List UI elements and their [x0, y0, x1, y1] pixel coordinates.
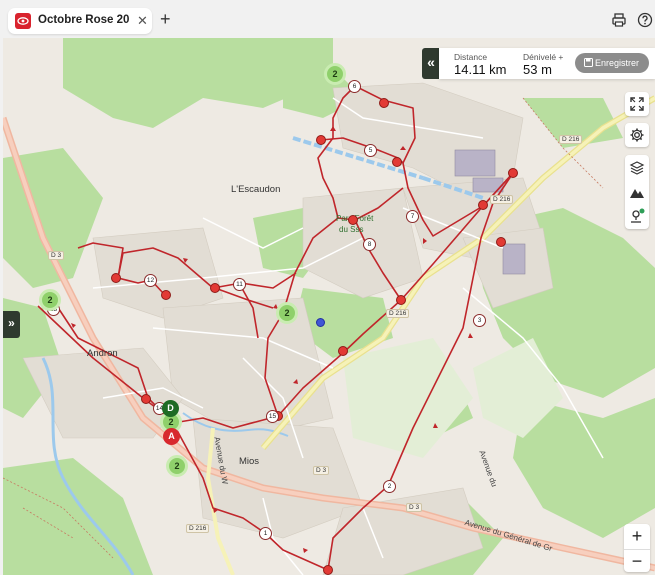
elevation-label: Dénivelé +: [523, 52, 564, 62]
zoom-in-button[interactable]: +: [624, 525, 650, 549]
poi-cluster[interactable]: 2: [39, 289, 61, 311]
map-base-layer: [3, 38, 655, 575]
zoom-control: + −: [624, 524, 650, 572]
printer-icon[interactable]: [611, 12, 627, 28]
layer-tools-group: [625, 155, 649, 229]
new-tab-button[interactable]: +: [160, 9, 171, 29]
elevation-value: 53 m: [523, 62, 552, 77]
label-andron: Andron: [87, 348, 118, 359]
waypoint-8[interactable]: 8: [363, 238, 376, 251]
collapse-panel-button[interactable]: «: [422, 48, 440, 79]
poi-cluster[interactable]: 2: [324, 63, 346, 85]
route-stop[interactable]: [478, 200, 488, 210]
label-parc-foret-2: du Sss: [339, 225, 364, 234]
route-stop[interactable]: [396, 295, 406, 305]
app-root: Octobre Rose 20… ✕ +: [0, 0, 655, 575]
route-stop[interactable]: [161, 290, 171, 300]
road-tag-d3: D 3: [406, 503, 423, 512]
route-stop[interactable]: [338, 346, 348, 356]
poi-cluster[interactable]: 2: [276, 302, 298, 324]
save-button-label: Enregistrer: [595, 58, 640, 68]
distance-label: Distance: [454, 52, 488, 62]
label-escaudon: L'Escaudon: [231, 184, 281, 195]
close-icon[interactable]: ✕: [137, 13, 148, 29]
fullscreen-button[interactable]: [625, 92, 649, 116]
map-canvas[interactable]: L'Escaudon Andron Mios Parc Forêt du Sss…: [3, 38, 655, 575]
route-stop[interactable]: [392, 157, 402, 167]
route-stop[interactable]: [496, 237, 506, 247]
route-stop[interactable]: [210, 283, 220, 293]
layers-button[interactable]: [625, 156, 649, 180]
label-mios: Mios: [239, 456, 260, 467]
save-button[interactable]: Enregistrer: [575, 53, 649, 73]
tab-title: Octobre Rose 20…: [38, 14, 130, 26]
tab-bar: Octobre Rose 20… ✕ +: [0, 0, 655, 38]
road-tag-d3: D 3: [48, 251, 65, 260]
road-tag-d216: D 216: [386, 309, 410, 318]
expand-sidebar-button[interactable]: »: [3, 311, 20, 338]
floppy-icon: [584, 58, 593, 67]
route-stop[interactable]: [316, 135, 326, 145]
waypoint-6[interactable]: 6: [348, 80, 361, 93]
waypoint-2[interactable]: 2: [383, 480, 396, 493]
road-tag-d216: D 216: [559, 135, 583, 144]
waypoint-7[interactable]: 7: [406, 210, 419, 223]
road-tag-d216: D 216: [186, 524, 210, 533]
route-stop[interactable]: [111, 273, 121, 283]
poi-button[interactable]: [625, 204, 649, 228]
route-stop[interactable]: [379, 98, 389, 108]
waypoint-15[interactable]: 15: [266, 410, 279, 423]
gear-icon: [630, 128, 644, 142]
road-tag-d216: D 216: [490, 195, 514, 204]
eye-icon: [15, 13, 31, 29]
waypoint-1[interactable]: 1: [259, 527, 272, 540]
poi-cluster[interactable]: 2: [166, 455, 188, 477]
current-location-dot: [316, 318, 325, 327]
pin-icon: [631, 208, 645, 223]
zoom-out-button[interactable]: −: [624, 549, 650, 573]
help-circle-icon[interactable]: [637, 12, 653, 28]
waypoint-3[interactable]: 3: [473, 314, 486, 327]
end-marker-a[interactable]: A: [163, 428, 180, 445]
route-stop[interactable]: [323, 565, 333, 575]
route-stop[interactable]: [508, 168, 518, 178]
layers-icon: [629, 161, 645, 175]
mountain-icon: [630, 189, 644, 198]
waypoint-12[interactable]: 12: [144, 274, 157, 287]
distance-value: 14.11 km: [454, 62, 507, 77]
tab-octobre-rose[interactable]: Octobre Rose 20… ✕: [8, 8, 152, 34]
route-stop[interactable]: [348, 215, 358, 225]
waypoint-5[interactable]: 5: [364, 144, 377, 157]
elevation-button[interactable]: [625, 180, 649, 204]
settings-button[interactable]: [625, 123, 649, 147]
start-marker-d[interactable]: D: [162, 400, 179, 417]
expand-icon: [630, 97, 644, 111]
road-tag-d3: D 3: [313, 466, 330, 475]
waypoint-11[interactable]: 11: [233, 278, 246, 291]
route-stop[interactable]: [141, 394, 151, 404]
